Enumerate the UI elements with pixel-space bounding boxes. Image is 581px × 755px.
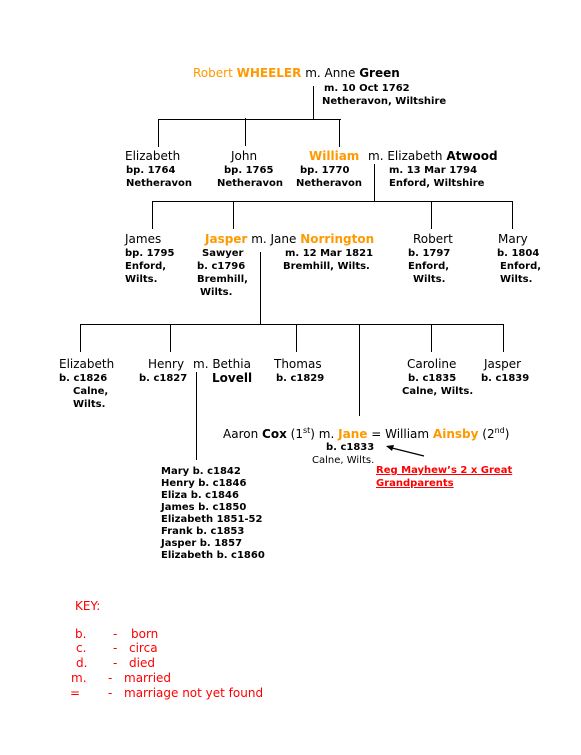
key-abbr: b.	[75, 627, 87, 641]
person-detail: Enford,	[125, 261, 167, 272]
person-detail: Wilts.	[200, 287, 233, 298]
arrow-shaft	[391, 447, 425, 457]
person-detail: Calne,	[73, 386, 109, 397]
henry-spouse-first: m. Bethia	[193, 357, 251, 371]
person-detail: bp. 1765	[224, 165, 274, 176]
ordinal-number: 1	[295, 427, 303, 441]
person-detail: Enford,	[408, 261, 450, 272]
person-detail: Enford,	[500, 261, 542, 272]
person-detail: bp. 1764	[126, 165, 176, 176]
person-name: Jasper	[484, 357, 522, 371]
spouse-first-name: Anne	[324, 66, 356, 80]
key-meaning: marriage not yet found	[124, 686, 264, 700]
person-detail: b. 1804	[497, 248, 540, 259]
key-meaning: born	[131, 627, 159, 641]
second-husband-surname: Ainsby	[432, 427, 479, 441]
ordinal-suffix: nd	[494, 426, 505, 435]
person-first-name: Robert	[193, 66, 233, 80]
person-name: Thomas	[274, 357, 322, 371]
key-abbr: m.	[71, 671, 87, 685]
gen2-spouse: m. Elizabeth Atwood	[368, 149, 498, 163]
gen3-marriage-place: Bremhill, Wilts.	[283, 261, 370, 272]
key-abbr: c.	[76, 641, 87, 655]
person-name-highlighted: William	[309, 149, 360, 163]
key-title: KEY:	[75, 599, 101, 613]
person-name: James	[125, 232, 162, 246]
list-item: Elizabeth b. c1860	[161, 550, 265, 561]
person-detail: b. c1835	[408, 373, 457, 384]
key-dash: -	[108, 686, 113, 700]
spouse-surname: Green	[359, 66, 400, 80]
person-name-highlighted: Jasper	[205, 232, 248, 246]
key-meaning: circa	[129, 641, 158, 655]
key-abbr: =	[70, 686, 81, 700]
married-label: m.	[305, 66, 321, 80]
annotation-link[interactable]: Reg Mayhew’s 2 x Great	[376, 464, 512, 478]
first-husband-first: Aaron	[223, 427, 259, 441]
key-meaning: died	[129, 656, 155, 670]
person-name: Elizabeth	[59, 357, 115, 371]
key-dash: -	[113, 656, 118, 670]
person-name: Elizabeth	[125, 149, 181, 163]
person-detail: bp. 1770	[300, 165, 350, 176]
spouse-surname: Norrington	[300, 232, 375, 246]
key-dash: -	[108, 671, 113, 685]
henry-spouse-surname: Lovell	[212, 371, 253, 385]
person-detail: b. c1827	[139, 373, 188, 384]
jane-marriages: Aaron Cox (1st) m. Jane = William Ainsby…	[223, 426, 510, 442]
person-detail: b. c1839	[481, 373, 530, 384]
gen2-marriage-place: Enford, Wiltshire	[389, 178, 485, 189]
gen3-marriage-date: m. 12 Mar 1821	[285, 248, 374, 259]
jane-born: b. c1833	[326, 442, 375, 453]
gen1-marriage-date: m. 10 Oct 1762	[324, 83, 410, 94]
key-dash: -	[113, 641, 118, 655]
person-surname: WHEELER	[236, 66, 302, 80]
key-meaning: married	[124, 671, 172, 685]
ordinal-number: 2	[486, 427, 495, 441]
person-name-highlighted: Jane	[338, 427, 368, 441]
person-detail: b. 1797	[408, 248, 451, 259]
person-detail: b. c1826	[59, 373, 108, 384]
gen1-couple: Robert WHEELER m. Anne Green	[193, 66, 400, 80]
annotation-link[interactable]: Grandparents	[376, 477, 454, 491]
person-name: Caroline	[407, 357, 457, 371]
person-detail: bp. 1795	[125, 248, 175, 259]
person-detail: Sawyer	[202, 248, 244, 259]
equals-label: =	[371, 427, 382, 441]
key-dash: -	[113, 627, 118, 641]
arrow-head-icon	[386, 445, 394, 451]
person-detail: Wilts.	[413, 274, 446, 285]
person-detail: b. c1829	[276, 373, 325, 384]
married-label: m.	[318, 427, 335, 441]
person-detail: Calne, Wilts.	[402, 386, 474, 397]
person-name: Robert	[413, 232, 453, 246]
person-detail: Netheravon	[126, 178, 193, 189]
gen2-marriage-date: m. 13 Mar 1794	[389, 165, 478, 176]
person-detail: b. c1796	[197, 261, 246, 272]
jane-place: Calne, Wilts.	[312, 455, 375, 466]
person-name: Mary	[498, 232, 528, 246]
person-name: John	[231, 149, 258, 163]
person-detail: Netheravon	[296, 178, 363, 189]
spouse-surname: Atwood	[446, 149, 498, 163]
second-order: (2nd)	[482, 426, 510, 442]
person-name: Henry	[148, 357, 185, 371]
second-husband-first: William	[385, 427, 430, 441]
person-detail: Bremhill,	[197, 274, 248, 285]
gen3-couple: Jasper m. Jane Norrington	[205, 232, 374, 246]
ordinal-suffix: st	[302, 426, 311, 435]
person-detail: Wilts.	[500, 274, 533, 285]
first-husband-surname: Cox	[262, 427, 287, 441]
person-detail: Wilts.	[125, 274, 158, 285]
key-abbr: d.	[76, 656, 88, 670]
person-detail: Netheravon	[217, 178, 284, 189]
first-order: (1st)	[290, 426, 315, 442]
spouse-first-name: m. Jane	[251, 232, 297, 246]
gen1-marriage-place: Netheravon, Wiltshire	[322, 96, 447, 107]
spouse-first-name: m. Elizabeth	[368, 149, 443, 163]
person-detail: Wilts.	[73, 399, 106, 410]
